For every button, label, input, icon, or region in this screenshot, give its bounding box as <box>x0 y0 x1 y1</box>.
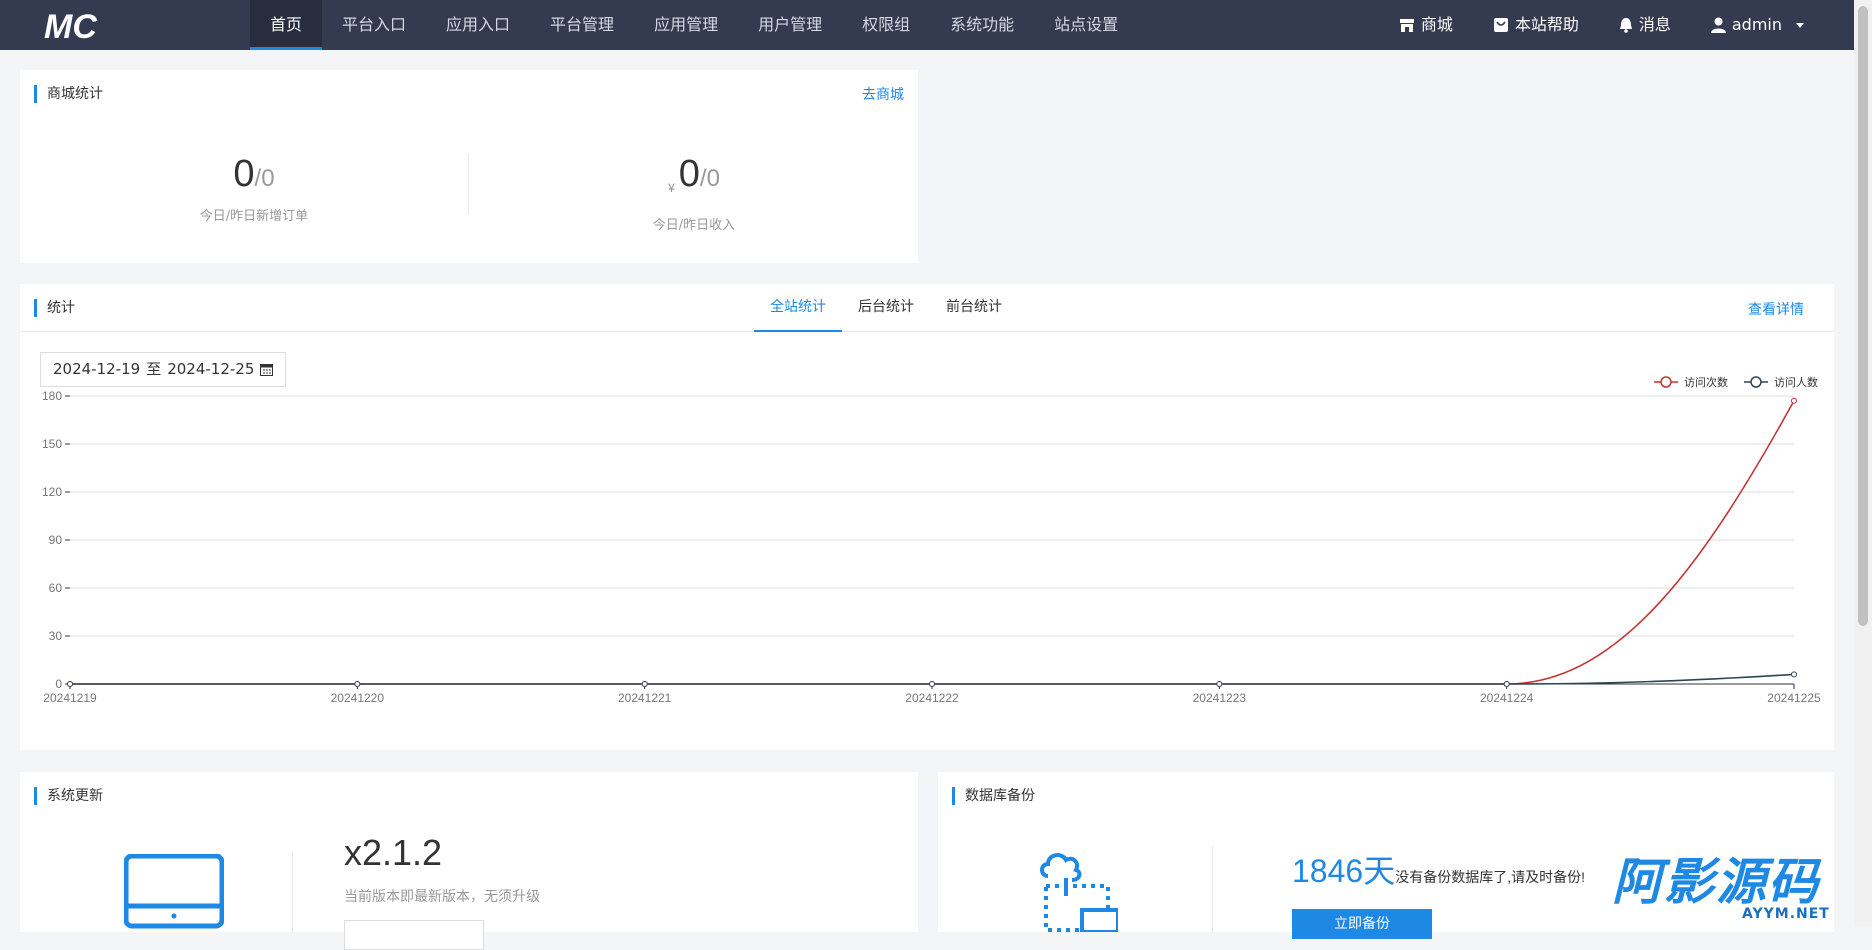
help-label: 本站帮助 <box>1514 15 1579 34</box>
data-point <box>1216 681 1223 687</box>
currency-symbol: ¥ <box>668 181 675 195</box>
messages-link[interactable]: 消息 <box>1599 0 1691 50</box>
version-number: x2.1.2 <box>344 832 443 873</box>
watermark-logo: 阿影源码 AYYM.NET <box>1612 854 1842 924</box>
help-bag-icon <box>1493 18 1508 32</box>
stats-tabs: 全站统计 后台统计 前台统计 <box>754 284 1018 332</box>
series-line-0 <box>70 400 1795 685</box>
version-message: 当前版本即最新版本，无须升级 <box>344 889 540 905</box>
backup-now-button[interactable]: 立即备份 <box>1292 909 1432 939</box>
mall-stats-title: 商城统计 <box>34 85 103 103</box>
orders-yesterday: 0 <box>261 165 275 192</box>
upgrade-button[interactable] <box>344 920 484 950</box>
store-icon <box>1399 18 1414 32</box>
data-point <box>1791 671 1797 678</box>
x-tick-label: 20241225 <box>1767 691 1821 705</box>
stats-panel: 统计 全站统计 后台统计 前台统计 查看详情 2024-12-19 至 2024… <box>20 284 1834 750</box>
y-tick-label: 30 <box>49 629 63 643</box>
stat-divider <box>468 154 469 214</box>
nav-item-home[interactable]: 首页 <box>250 0 323 50</box>
orders-today: 0 <box>233 153 255 195</box>
view-details-link[interactable]: 查看详情 <box>1748 299 1804 319</box>
user-menu[interactable]: admin <box>1691 0 1824 50</box>
income-yesterday: 0 <box>706 165 720 192</box>
income-stat: ¥0/0 今日/昨日收入 <box>474 150 914 233</box>
income-label: 今日/昨日收入 <box>652 218 736 233</box>
nav-item-platform-manage[interactable]: 平台管理 <box>530 0 634 50</box>
orders-stat: 0/0 今日/昨日新增订单 <box>34 150 474 224</box>
shop-link[interactable]: 商城 <box>1379 0 1473 50</box>
income-today: 0 <box>678 153 700 195</box>
db-backup-title: 数据库备份 <box>952 787 1035 805</box>
shop-label: 商城 <box>1420 15 1453 34</box>
caret-down-icon <box>1796 22 1804 28</box>
backup-days: 1846天没有备份数据库了,请及时备份! <box>1292 846 1585 892</box>
main-nav: 首页 平台入口 应用入口 平台管理 应用管理 用户管理 权限组 系统功能 站点设… <box>250 0 1138 50</box>
system-update-title: 系统更新 <box>34 787 103 805</box>
x-tick-label: 20241219 <box>43 691 97 705</box>
scrollbar-thumb[interactable] <box>1858 6 1868 626</box>
y-tick-label: 120 <box>42 485 62 499</box>
data-point <box>1503 681 1510 687</box>
monitor-icon <box>124 854 224 929</box>
page-scrollbar[interactable] <box>1854 0 1872 927</box>
x-tick-label: 20241224 <box>1480 691 1534 705</box>
y-tick-label: 150 <box>42 437 62 451</box>
username: admin <box>1731 15 1782 34</box>
backup-divider <box>1212 846 1213 932</box>
nav-item-app-entry[interactable]: 应用入口 <box>426 0 530 50</box>
y-tick-label: 90 <box>49 533 63 547</box>
x-tick-label: 20241223 <box>1193 691 1247 705</box>
y-tick-label: 60 <box>49 581 63 595</box>
backup-message: 没有备份数据库了,请及时备份! <box>1395 869 1585 885</box>
days-count: 1846天 <box>1292 853 1396 889</box>
y-tick-label: 0 <box>55 677 62 691</box>
bell-icon <box>1619 18 1632 33</box>
mall-stats-panel: 商城统计 去商城 0/0 今日/昨日新增订单 ¥0/0 今日/昨日收入 <box>20 70 918 263</box>
stats-line-chart: 0 30 60 90 120 150 180 20241219 20241220 20241221… <box>42 375 1821 705</box>
watermark-cn: 阿影源码 <box>1612 853 1820 911</box>
nav-item-platform-entry[interactable]: 平台入口 <box>322 0 426 50</box>
data-point <box>1791 397 1797 404</box>
nav-item-user-manage[interactable]: 用户管理 <box>738 0 842 50</box>
help-link[interactable]: 本站帮助 <box>1473 0 1599 50</box>
system-update-panel: 系统更新 x2.1.2 当前版本即最新版本，无须升级 <box>20 772 918 950</box>
y-tick-label: 180 <box>42 389 62 403</box>
tab-frontend-stats[interactable]: 前台统计 <box>930 284 1018 332</box>
right-nav: 商城 本站帮助 消息 admin <box>1379 0 1824 50</box>
orders-label: 今日/昨日新增订单 <box>199 209 309 224</box>
x-tick-label: 20241220 <box>331 691 385 705</box>
legend-label: 访问人数 <box>1774 376 1818 389</box>
nav-item-system-functions[interactable]: 系统功能 <box>930 0 1034 50</box>
user-icon <box>1710 17 1726 33</box>
top-navbar: MC 首页 平台入口 应用入口 平台管理 应用管理 用户管理 权限组 系统功能 … <box>0 0 1872 50</box>
x-tick-label: 20241221 <box>618 691 672 705</box>
legend-label: 访问次数 <box>1684 375 1728 389</box>
legend-marker <box>1750 376 1762 388</box>
logo[interactable]: MC <box>40 5 110 45</box>
data-point <box>67 681 73 687</box>
nav-item-site-settings[interactable]: 站点设置 <box>1034 0 1138 50</box>
go-to-mall-link[interactable]: 去商城 <box>862 84 904 104</box>
tab-backend-stats[interactable]: 后台统计 <box>842 284 930 332</box>
data-point <box>641 681 648 687</box>
x-tick-label: 20241222 <box>905 691 959 705</box>
watermark-en: AYYM.NET <box>1742 906 1830 922</box>
nav-item-app-manage[interactable]: 应用管理 <box>634 0 738 50</box>
data-point <box>354 681 361 687</box>
messages-label: 消息 <box>1638 15 1671 34</box>
nav-item-permission-group[interactable]: 权限组 <box>842 0 930 50</box>
update-divider <box>292 852 293 932</box>
stats-title: 统计 <box>34 299 75 317</box>
legend-marker <box>1660 376 1672 388</box>
tab-site-stats[interactable]: 全站统计 <box>754 284 842 332</box>
svg-text:MC: MC <box>44 8 97 45</box>
cloud-backup-icon <box>1040 853 1118 932</box>
data-point <box>929 681 935 687</box>
